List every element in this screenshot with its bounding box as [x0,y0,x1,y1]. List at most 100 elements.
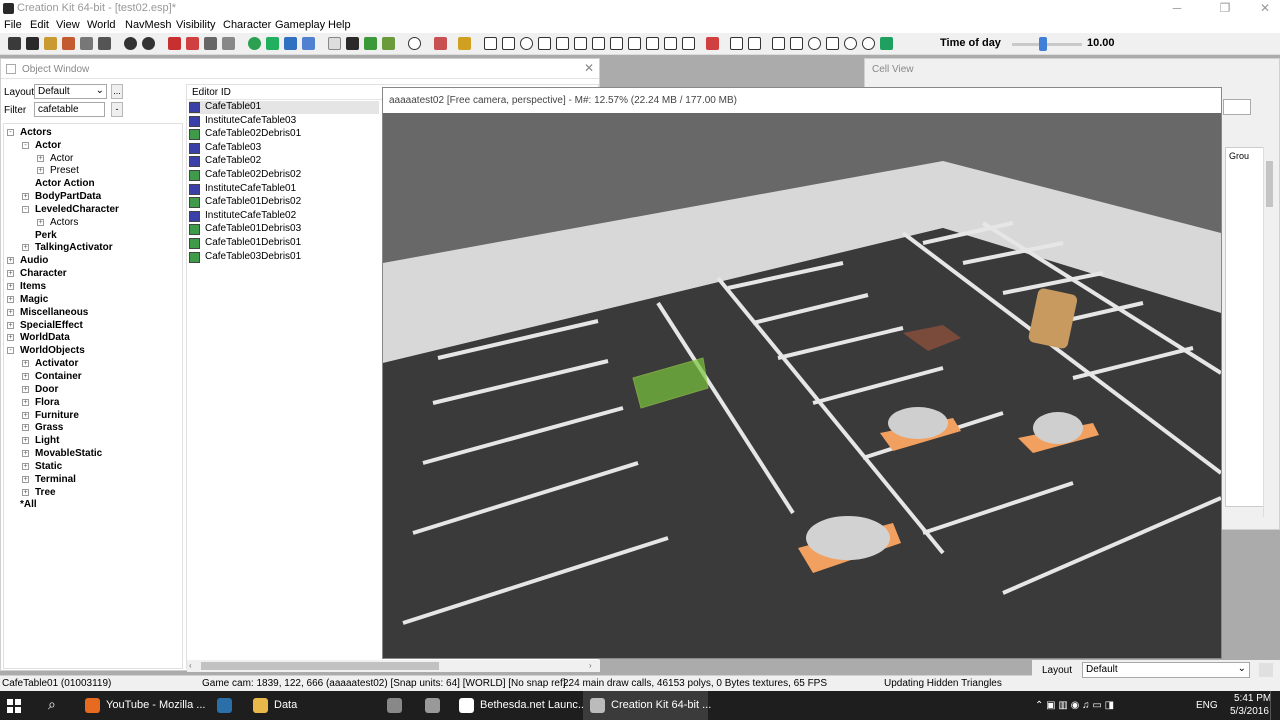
table-row[interactable]: CafeTable01 [189,101,379,114]
speech-icon[interactable] [408,37,421,50]
o-icon[interactable] [538,37,551,50]
expand-icon[interactable]: + [22,244,29,251]
table-row[interactable]: CafeTable01Debris03 [189,223,379,236]
sphere-icon-2[interactable] [808,37,821,50]
trees-icon[interactable] [382,37,395,50]
stats-icon[interactable] [98,37,111,50]
table-row[interactable]: InstituteCafeTable02 [189,210,379,223]
layout-panel-scroll[interactable] [1259,663,1273,677]
render-window[interactable]: aaaaatest02 [Free camera, perspective] -… [382,87,1222,659]
bulb-icon[interactable] [328,37,341,50]
c-icon[interactable] [772,37,785,50]
language-indicator[interactable]: ENG [1196,700,1218,711]
category-tree[interactable]: - Actors - Actor + Actor + Preset Actor Action + B… [3,123,183,669]
tree-item[interactable]: Miscellaneous [20,307,88,318]
debris-pile-2[interactable] [1033,412,1083,444]
menu-character[interactable]: Character [223,19,271,31]
scroll-right-icon[interactable]: › [589,661,592,670]
table-row[interactable]: CafeTable01Debris01 [189,237,379,250]
p-icon[interactable] [610,37,623,50]
green-cube-icon[interactable] [880,37,893,50]
sphere-icon[interactable] [520,37,533,50]
tree-item[interactable]: Actor [50,153,73,164]
expand-icon[interactable]: + [37,167,44,174]
sky-icon[interactable] [346,37,359,50]
maximize-button[interactable]: ❐ [1210,0,1240,17]
tree-item[interactable]: Static [35,461,62,472]
menu-file[interactable]: File [4,19,22,31]
expand-icon[interactable]: + [22,386,29,393]
w-circle-icon[interactable] [862,37,875,50]
taskbar-item[interactable]: Bethesda.net Launc... [452,691,587,720]
cube-icon-4[interactable] [574,37,587,50]
tree-item[interactable]: Container [35,371,82,382]
cube-icon-6[interactable] [730,37,743,50]
tools-icon[interactable] [706,37,719,50]
move-icon[interactable] [168,37,181,50]
object-window-close-icon[interactable]: ✕ [584,61,594,75]
tree-item[interactable]: Actors [20,127,52,138]
time-of-day-slider[interactable] [1012,43,1082,46]
expand-icon[interactable]: + [22,360,29,367]
cell-view-input[interactable] [1223,99,1251,115]
collapse-icon[interactable]: - [22,142,29,149]
filter-input[interactable]: cafetable [34,102,105,117]
tree-item[interactable]: WorldObjects [20,345,85,356]
show-desktop-button[interactable] [1270,691,1280,720]
cube-icon-1[interactable] [484,37,497,50]
table-row[interactable]: CafeTable01Debris02 [189,196,379,209]
layout-select[interactable]: Default ⌄ [34,84,107,99]
sphere-icon-3[interactable] [844,37,857,50]
expand-icon[interactable]: + [22,412,29,419]
tree-item[interactable]: BodyPartData [35,191,101,202]
debris-pile-3[interactable] [806,516,890,560]
cube-icon-8[interactable] [790,37,803,50]
tree-item[interactable]: Grass [35,422,63,433]
rotate-icon[interactable] [186,37,199,50]
expand-icon[interactable]: + [7,270,14,277]
debris-pile-1[interactable] [888,407,948,439]
tree-item[interactable]: SpecialEffect [20,320,83,331]
scrollbar-thumb[interactable] [201,662,439,670]
expand-icon[interactable]: + [22,399,29,406]
tree-item[interactable]: LeveledCharacter [35,204,119,215]
menu-help[interactable]: Help [328,19,351,31]
cube-icon-5[interactable] [592,37,605,50]
collapse-icon[interactable]: - [22,206,29,213]
menu-edit[interactable]: Edit [30,19,49,31]
b-icon[interactable] [646,37,659,50]
taskbar-item[interactable] [380,691,410,720]
preferences-icon[interactable] [62,37,75,50]
start-icon[interactable] [7,699,21,713]
collapse-icon[interactable]: - [7,347,14,354]
minimize-button[interactable]: ─ [1162,0,1192,17]
water-icon[interactable] [266,37,279,50]
table-row[interactable]: CafeTable03 [189,142,379,155]
tree-item[interactable]: Actor [35,140,61,151]
tree-item[interactable]: Audio [20,255,48,266]
table-row[interactable]: CafeTable03Debris01 [189,251,379,264]
layout-panel-select[interactable]: Default ⌄ [1082,662,1250,678]
expand-icon[interactable]: + [7,334,14,341]
search-icon[interactable]: ⌕ [48,696,56,713]
grid-snap-icon[interactable] [204,37,217,50]
tree-item[interactable]: WorldData [20,332,70,343]
editor-id-column[interactable]: Editor ID [192,87,231,98]
tree-item[interactable]: *All [20,499,37,510]
expand-icon[interactable]: + [22,489,29,496]
marker-icon[interactable] [284,37,297,50]
menu-gameplay[interactable]: Gameplay [275,19,325,31]
taskbar-item[interactable] [210,691,240,720]
expand-icon[interactable]: + [7,257,14,264]
menu-visibility[interactable]: Visibility [176,19,216,31]
taskbar-item[interactable]: YouTube - Mozilla ... [78,691,205,720]
expand-icon[interactable]: + [37,219,44,226]
expand-icon[interactable]: + [7,283,14,290]
tree-item[interactable]: Magic [20,294,48,305]
tree-item[interactable]: Items [20,281,46,292]
link-icon[interactable] [682,37,695,50]
expand-icon[interactable]: + [22,424,29,431]
cube-icon-7[interactable] [748,37,761,50]
tree-item[interactable]: Actors [50,217,78,228]
open-icon[interactable] [8,37,21,50]
